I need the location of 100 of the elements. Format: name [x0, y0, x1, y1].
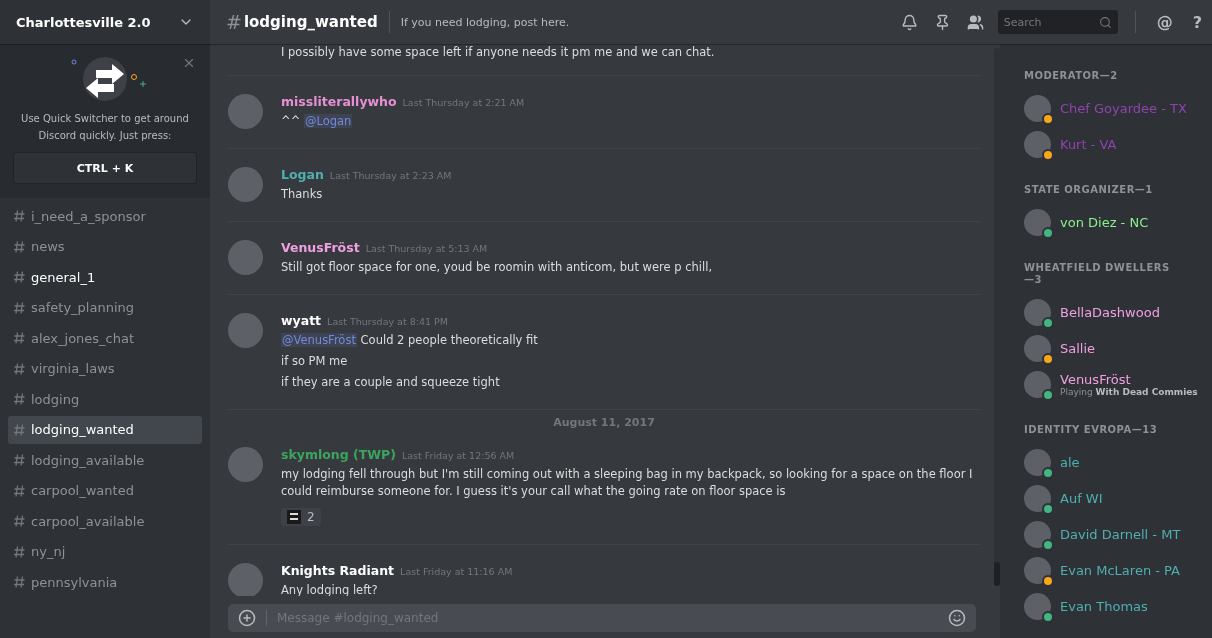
hash-icon — [14, 576, 25, 589]
member-name: David Darnell - MT — [1060, 526, 1181, 542]
member-item[interactable]: BellaDashwood — [1024, 294, 1212, 330]
channel-name: i_need_a_sponsor — [31, 208, 146, 224]
search-field[interactable]: Search — [997, 10, 1118, 34]
shortcut-button[interactable]: CTRL + K — [13, 152, 197, 184]
user-mention[interactable]: @VenusFröst — [281, 333, 357, 347]
hash-icon: # — [226, 11, 242, 33]
message-text: I possibly have some space left if anyone needs it pm me and we can chat. — [281, 44, 715, 61]
member-name: Sallie — [1060, 340, 1096, 356]
avatar[interactable] — [228, 167, 263, 202]
hash-icon — [14, 545, 25, 558]
member-item[interactable]: VenusFröst Playing With Dead Commies — [1024, 366, 1212, 402]
username[interactable]: Knights Radiant — [281, 563, 395, 578]
timestamp: Last Thursday at 5:13 AM — [365, 243, 488, 254]
channel-name: virginia_laws — [31, 361, 115, 377]
member-name: Evan Thomas — [1060, 598, 1148, 614]
hash-icon — [14, 332, 25, 345]
channel-name: lodging — [31, 391, 80, 407]
member-name: von Diez - NC — [1060, 214, 1149, 230]
timestamp: Last Friday at 12:56 AM — [401, 450, 515, 461]
help-icon[interactable]: ? — [1192, 12, 1202, 32]
channel-name: general_1 — [31, 269, 96, 285]
role-heading: WHEATFIELD DWELLERS—3 — [1024, 262, 1171, 286]
channel-title: lodging_wanted — [243, 13, 378, 31]
message-text: Still got floor space for one, youd be roomin with anticom, but were p chill, — [281, 259, 713, 276]
emoji-icon[interactable] — [948, 609, 966, 627]
plus-icon[interactable] — [238, 609, 256, 627]
member-name: VenusFröst — [1060, 371, 1132, 387]
message-text: ^^ @Logan — [281, 113, 354, 130]
hash-icon — [14, 423, 25, 436]
member-item[interactable]: Sallie — [1024, 330, 1212, 366]
message-text: my lodging fell through but I'm still coming out with a sleeping bag in my backpack, so looking for a space on the floor I could reimburse someone for. I guess it's your call what the going rate on floor space is — [281, 466, 974, 500]
channel-item[interactable]: lodging_available — [8, 446, 202, 475]
role-heading: MODERATOR—2 — [1024, 70, 1119, 82]
hash-icon — [14, 454, 25, 467]
activity-text: Playing With Dead Commies — [1060, 386, 1198, 397]
member-item[interactable]: Evan McLaren - PA — [1024, 552, 1212, 588]
message-text: @VenusFröst Could 2 people theoretically fit — [281, 332, 538, 349]
channel-item[interactable]: lodging_wanted — [8, 415, 202, 444]
username[interactable]: skymlong (TWP) — [281, 447, 396, 462]
hash-icon — [14, 210, 25, 223]
member-item[interactable]: Auf WI — [1024, 480, 1212, 516]
quick-switcher-hint: Use Quick Switcher to get around Discord quickly. Just press: — [20, 112, 190, 143]
search-icon — [1098, 15, 1112, 29]
channel-item[interactable]: lodging — [8, 385, 202, 414]
hash-icon — [14, 271, 25, 284]
date-divider: August 11, 2017 — [552, 416, 656, 429]
hash-icon — [14, 362, 25, 375]
channel-name: lodging_wanted — [31, 422, 134, 438]
channel-item[interactable]: pennsylvania — [8, 568, 202, 597]
mentions-icon[interactable]: @ — [1156, 12, 1173, 32]
member-name: Auf WI — [1060, 490, 1103, 506]
member-name: Chef Goyardee - TX — [1060, 100, 1187, 116]
member-name: Kurt - VA — [1060, 136, 1117, 152]
channel-name: alex_jones_chat — [31, 330, 135, 346]
role-heading: STATE ORGANIZER—1 — [1024, 184, 1154, 196]
bell-icon[interactable] — [900, 13, 918, 31]
member-name: ale — [1060, 454, 1080, 470]
channel-item[interactable]: alex_jones_chat — [8, 324, 202, 353]
member-item[interactable]: Evan Thomas — [1024, 588, 1212, 624]
message-text: if they are a couple and squeeze tight — [281, 374, 501, 391]
channel-item[interactable]: virginia_laws — [8, 354, 202, 383]
channel-name: ny_nj — [31, 544, 66, 560]
channel-name: pennsylvania — [31, 574, 118, 590]
channel-item[interactable]: i_need_a_sponsor — [8, 202, 202, 231]
avatar[interactable] — [228, 447, 263, 482]
member-name: Evan McLaren - PA — [1060, 562, 1180, 578]
member-item[interactable]: von Diez - NC — [1024, 204, 1212, 240]
channel-name: news — [31, 239, 65, 255]
avatar[interactable] — [228, 94, 263, 129]
timestamp: Last Thursday at 8:41 PM — [327, 316, 448, 327]
members-icon[interactable] — [966, 13, 984, 31]
channel-name: safety_planning — [31, 300, 135, 316]
username[interactable]: Logan — [281, 167, 324, 182]
hash-icon — [14, 484, 25, 497]
close-icon[interactable] — [182, 56, 196, 70]
avatar[interactable] — [228, 313, 263, 348]
member-name: BellaDashwood — [1060, 304, 1160, 320]
username[interactable]: missliterallywho — [281, 94, 397, 109]
channel-item[interactable]: carpool_wanted — [8, 476, 202, 505]
role-heading: IDENTITY EVROPA—13 — [1024, 424, 1159, 436]
scrollbar[interactable] — [994, 48, 1000, 586]
hash-icon — [14, 515, 25, 528]
channel-item[interactable]: carpool_available — [8, 507, 202, 536]
channel-item[interactable]: news — [8, 232, 202, 261]
username[interactable]: VenusFröst — [281, 240, 360, 255]
channel-item[interactable]: general_1 — [8, 263, 202, 292]
username[interactable]: wyatt — [281, 313, 322, 328]
message-text: Thanks — [281, 186, 324, 203]
member-item[interactable]: David Darnell - MT — [1024, 516, 1212, 552]
member-item[interactable]: ale — [1024, 444, 1212, 480]
avatar[interactable] — [228, 563, 263, 596]
channel-item[interactable]: ny_nj — [8, 537, 202, 566]
hash-icon — [14, 393, 25, 406]
channel-item[interactable]: safety_planning — [8, 293, 202, 322]
reaction-chip[interactable]: 2 — [281, 508, 321, 526]
channel-name: lodging_available — [31, 452, 145, 468]
avatar[interactable] — [228, 240, 263, 275]
user-mention[interactable]: @Logan — [303, 114, 353, 128]
